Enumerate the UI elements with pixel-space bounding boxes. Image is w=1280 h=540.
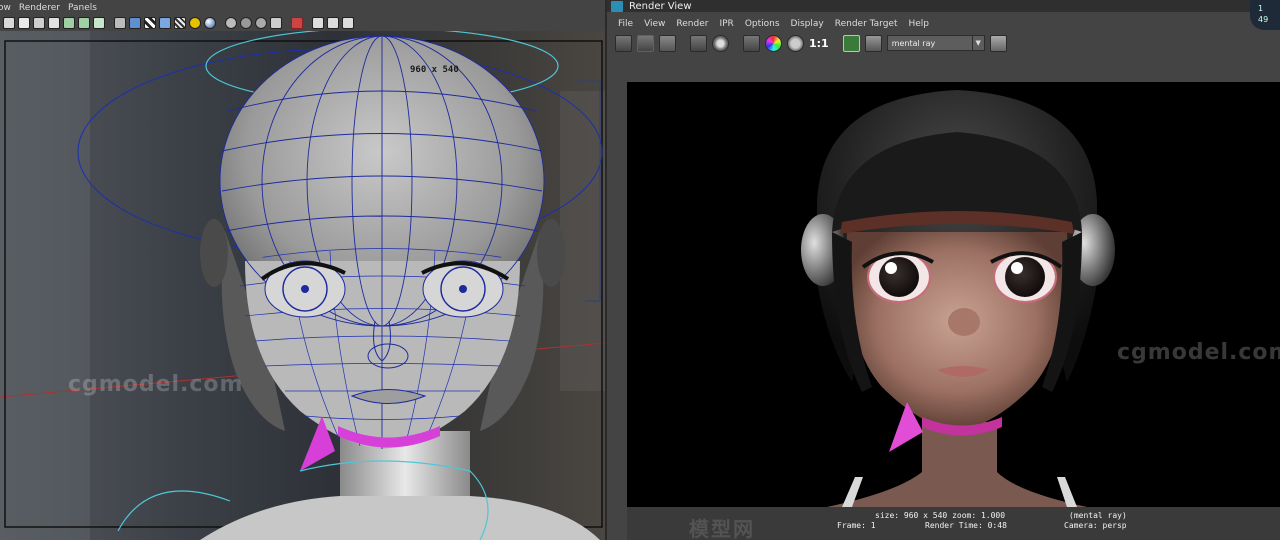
menu-help[interactable]: Help bbox=[897, 19, 929, 29]
renderer-dropdown[interactable]: mental ray ▼ bbox=[886, 35, 985, 51]
menu-render-target[interactable]: Render Target bbox=[824, 19, 898, 29]
menu-view[interactable]: View bbox=[633, 19, 665, 29]
zoom-one-to-one-button[interactable]: 1:1 bbox=[809, 37, 829, 50]
viewport-toolbar bbox=[0, 15, 605, 31]
shaded-ball-icon[interactable] bbox=[204, 17, 216, 29]
watermark-text: cgmodel.com bbox=[1117, 340, 1280, 365]
badge-line-2: 49 bbox=[1258, 15, 1269, 24]
menu-file[interactable]: File bbox=[607, 19, 633, 29]
viewport-menubar: ow Renderer Panels bbox=[0, 0, 605, 15]
render-view-toolbar: 1:1 mental ray ▼ bbox=[607, 32, 1280, 54]
isolate-icon[interactable] bbox=[270, 17, 282, 29]
screen-icon[interactable] bbox=[327, 17, 339, 29]
menu-display[interactable]: Display bbox=[780, 19, 824, 29]
snapshot-icon[interactable] bbox=[659, 34, 676, 52]
notification-badge: 1 49 bbox=[1250, 0, 1280, 30]
menu-ipr[interactable]: IPR bbox=[708, 19, 733, 29]
maya-logo-icon bbox=[611, 0, 623, 12]
render-size-info: size: 960 x 540 zoom: 1.000 bbox=[875, 511, 1006, 520]
cube-icon[interactable] bbox=[312, 17, 324, 29]
render-image-canvas[interactable]: cgmodel.com bbox=[627, 82, 1280, 507]
resolution-gate-label: 960 x 540 bbox=[410, 65, 459, 75]
resolution-gate-icon[interactable] bbox=[48, 17, 60, 29]
badge-line-1: 1 bbox=[1258, 4, 1264, 13]
checker-ball-icon[interactable] bbox=[174, 17, 186, 29]
render-time-info: Render Time: 0:48 bbox=[925, 521, 1007, 530]
safe-title-icon[interactable] bbox=[78, 17, 90, 29]
camera-info: Camera: persp bbox=[1064, 521, 1127, 530]
wireframe-scene bbox=[0, 31, 605, 540]
renderer-info: (mental ray) bbox=[1069, 511, 1127, 520]
text-icon[interactable] bbox=[93, 17, 105, 29]
menu-renderer[interactable]: Renderer bbox=[19, 3, 68, 13]
xray-joint-icon[interactable] bbox=[240, 17, 252, 29]
keep-image-icon[interactable] bbox=[842, 34, 860, 52]
rgb-channels-icon[interactable] bbox=[765, 34, 782, 52]
wireframe-cube-icon[interactable] bbox=[114, 17, 126, 29]
checker-icon[interactable] bbox=[144, 17, 156, 29]
menu-show[interactable]: ow bbox=[0, 3, 19, 13]
frame-info: Frame: 1 bbox=[837, 521, 876, 530]
smooth-cube-icon[interactable] bbox=[129, 17, 141, 29]
alpha-channel-icon[interactable] bbox=[787, 34, 804, 52]
render-view-window: Render View 1 49 File View Render IPR Op… bbox=[605, 0, 1280, 540]
watermark-text: cgmodel.com bbox=[68, 372, 244, 397]
redo-render-icon[interactable] bbox=[615, 34, 632, 52]
film-gate-icon[interactable] bbox=[33, 17, 45, 29]
share-icon[interactable] bbox=[342, 17, 354, 29]
menu-render[interactable]: Render bbox=[665, 19, 708, 29]
render-sequence-icon[interactable] bbox=[743, 34, 760, 52]
menu-panels[interactable]: Panels bbox=[68, 3, 105, 13]
render-view-titlebar: Render View bbox=[607, 0, 1280, 12]
ipr-icon[interactable] bbox=[690, 34, 707, 52]
camera-icon[interactable] bbox=[18, 17, 30, 29]
render-settings-icon[interactable] bbox=[989, 34, 1007, 52]
render-info-bar: 模型网 size: 960 x 540 zoom: 1.000 (mental … bbox=[627, 507, 1280, 540]
render-region-icon[interactable] bbox=[637, 34, 654, 52]
safe-action-icon[interactable] bbox=[63, 17, 75, 29]
light-icon[interactable] bbox=[189, 17, 201, 29]
render-view-menubar: File View Render IPR Options Display Ren… bbox=[607, 17, 929, 31]
rendered-character bbox=[801, 90, 1115, 507]
refresh-icon[interactable] bbox=[712, 34, 729, 52]
xray-icon[interactable] bbox=[225, 17, 237, 29]
xray-component-icon[interactable] bbox=[255, 17, 267, 29]
renderer-dropdown-value: mental ray bbox=[891, 38, 936, 48]
perspective-viewport[interactable]: 960 x 540 persp cgmodel.com bbox=[0, 31, 605, 540]
chevron-down-icon[interactable]: ▼ bbox=[971, 36, 984, 50]
select-camera-icon[interactable] bbox=[291, 17, 303, 29]
menu-options[interactable]: Options bbox=[734, 19, 780, 29]
textured-cube-icon[interactable] bbox=[159, 17, 171, 29]
window-title: Render View bbox=[629, 0, 692, 12]
grid-icon[interactable] bbox=[3, 17, 15, 29]
remove-image-icon[interactable] bbox=[864, 34, 882, 52]
viewport-panel: ow Renderer Panels 960 x 540 cgmodel.com bbox=[0, 0, 605, 540]
bottom-watermark: 模型网 bbox=[689, 517, 755, 540]
